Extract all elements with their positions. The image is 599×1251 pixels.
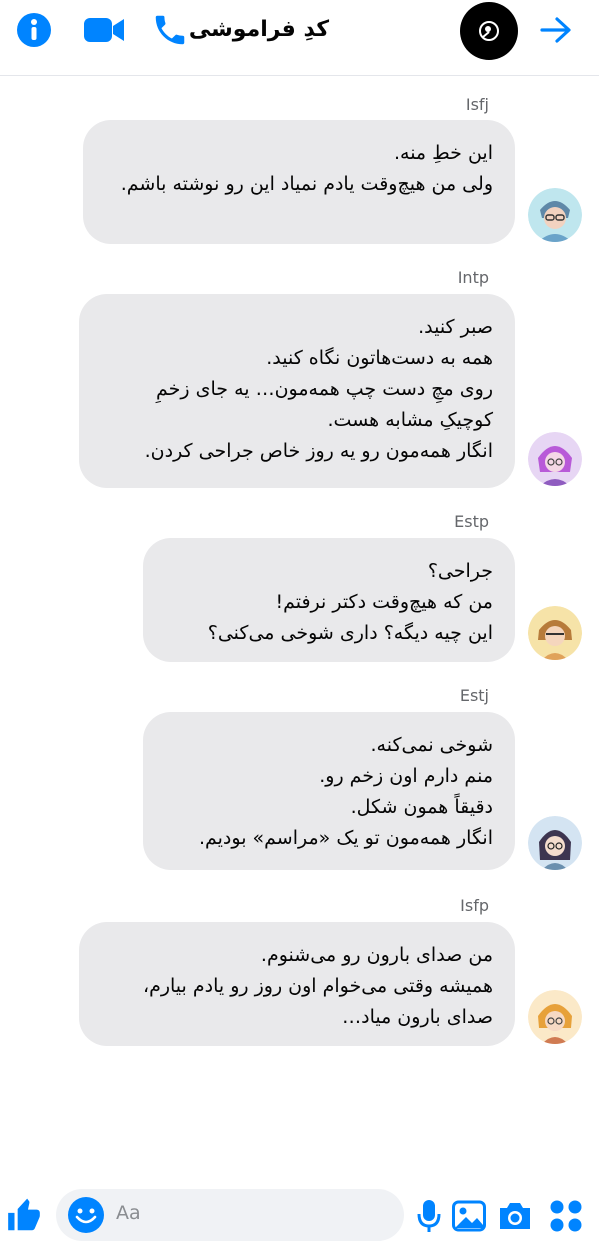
camera-icon[interactable] [496, 1196, 534, 1236]
phone-icon[interactable] [148, 10, 192, 50]
message-bubble[interactable]: شوخی نمی‌کنه. منم دارم اون زخم رو. دقیقا… [143, 712, 515, 870]
message-composer: Aa [0, 1180, 599, 1251]
sender-name: Isfj [465, 95, 489, 114]
chat-header: کدِ فراموشی [0, 0, 599, 76]
message-bubble[interactable]: این خطِ منه. ولی من هیچ‌وقت یادم نمیاد ا… [83, 120, 515, 244]
back-arrow-icon[interactable] [534, 10, 578, 50]
like-icon[interactable] [4, 1196, 44, 1236]
conversation-title[interactable]: کدِ فراموشی [189, 10, 329, 50]
message-input-placeholder: Aa [116, 1202, 141, 1224]
sender-avatar[interactable] [528, 990, 582, 1044]
sender-avatar[interactable] [528, 606, 582, 660]
sender-avatar[interactable] [528, 432, 582, 486]
info-icon[interactable] [12, 10, 56, 50]
sender-name: Intp [457, 268, 489, 287]
sender-name: Estp [454, 512, 489, 531]
microphone-icon[interactable] [414, 1196, 444, 1236]
sender-avatar[interactable] [528, 188, 582, 242]
message-input[interactable]: Aa [56, 1189, 404, 1241]
message-bubble[interactable]: صبر کنید. همه به دست‌هاتون نگاه کنید. رو… [79, 294, 515, 488]
gallery-icon[interactable] [451, 1196, 487, 1236]
message-bubble[interactable]: من صدای بارون رو می‌شنوم. همیشه وقتی می‌… [79, 922, 515, 1046]
video-call-icon[interactable] [82, 10, 126, 50]
apps-icon[interactable] [546, 1196, 586, 1236]
message-bubble[interactable]: جراحی؟ من که هیچ‌وقت دکتر نرفتم! این چیه… [143, 538, 515, 662]
sender-name: Isfp [460, 896, 489, 915]
group-avatar[interactable] [460, 2, 518, 60]
sender-avatar[interactable] [528, 816, 582, 870]
emoji-icon[interactable] [66, 1195, 106, 1235]
sender-name: Estj [459, 686, 489, 705]
